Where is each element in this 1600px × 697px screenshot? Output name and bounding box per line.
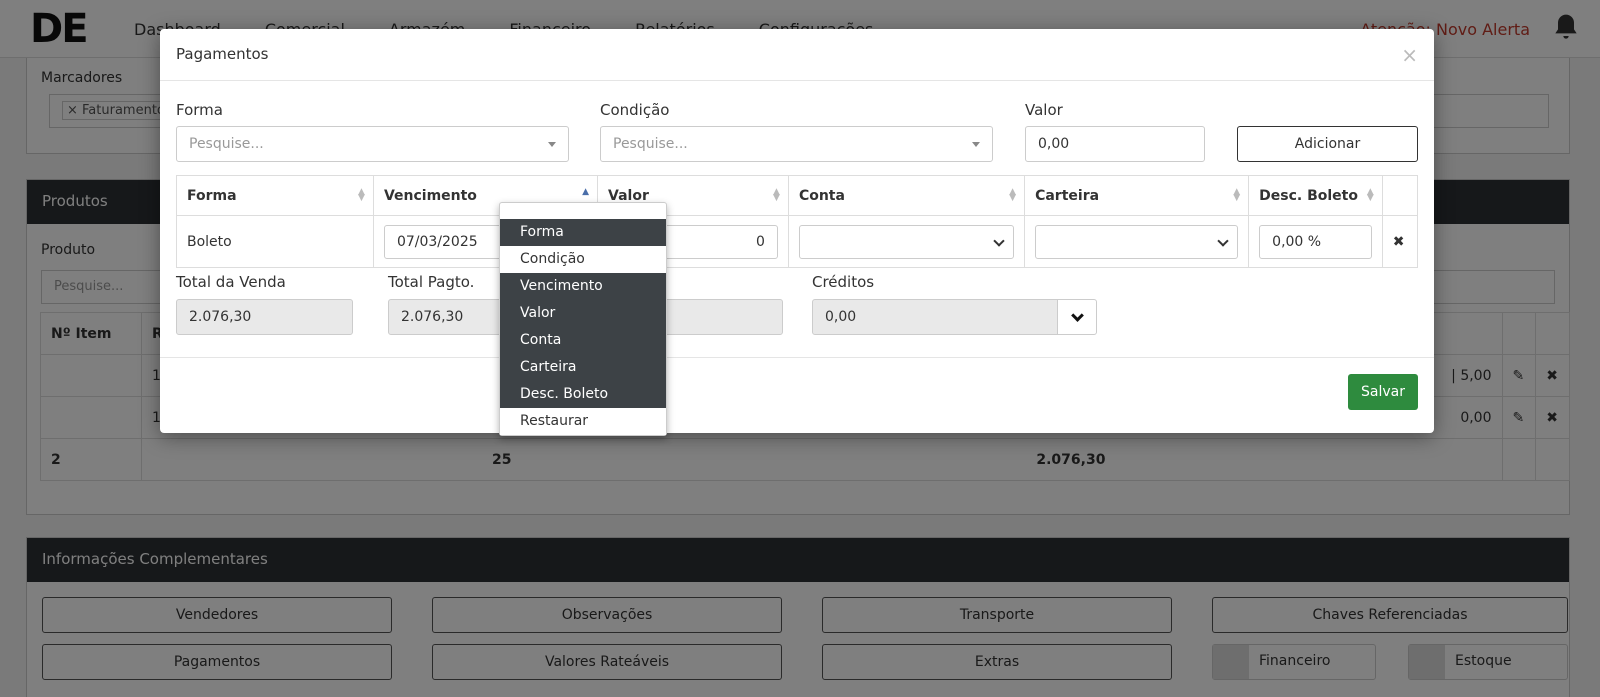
forma-placeholder: Pesquise... <box>189 136 264 152</box>
total-venda-label: Total da Venda <box>176 273 286 291</box>
close-icon[interactable]: × <box>1401 43 1418 67</box>
menu-item-restaurar[interactable]: Restaurar <box>500 408 666 435</box>
menu-item-conta[interactable]: Conta <box>500 327 666 354</box>
salvar-button[interactable]: Salvar <box>1348 374 1418 410</box>
conta-select[interactable] <box>798 224 1015 259</box>
caret-down-icon <box>972 142 980 147</box>
sort-asc-icon: ▲ <box>582 187 590 197</box>
th-desc-boleto[interactable]: Desc. Boleto ▲ ▼ <box>1248 175 1383 216</box>
sort-icon: ▲ ▼ <box>1009 187 1017 203</box>
pagamentos-modal: Pagamentos × Forma Pesquise... Condição … <box>160 29 1434 433</box>
menu-item-desc-boleto[interactable]: Desc. Boleto <box>500 381 666 408</box>
th-forma-label: Forma <box>187 187 237 204</box>
sort-icon: ▲ ▼ <box>773 187 780 203</box>
condicao-select[interactable]: Pesquise... <box>600 126 993 162</box>
th-desc-boleto-label: Desc. Boleto <box>1259 187 1358 204</box>
forma-label: Forma <box>176 101 223 119</box>
th-carteira-label: Carteira <box>1035 187 1100 204</box>
sort-icon: ▲ ▼ <box>358 187 365 203</box>
forma-select[interactable]: Pesquise... <box>176 126 569 162</box>
sort-icon: ▲ ▼ <box>1366 187 1374 203</box>
condicao-placeholder: Pesquise... <box>613 136 688 152</box>
adicionar-button[interactable]: Adicionar <box>1237 126 1418 162</box>
cell-forma: Boleto <box>176 215 374 268</box>
chevron-down-icon <box>1217 234 1229 247</box>
modal-header: Pagamentos × <box>160 29 1434 81</box>
th-conta-label: Conta <box>798 187 845 204</box>
carteira-select[interactable] <box>1035 224 1239 259</box>
valor-input[interactable]: 0,00 <box>1025 126 1205 162</box>
chevron-down-icon <box>993 234 1005 247</box>
creditos-label: Créditos <box>812 273 875 291</box>
condicao-label: Condição <box>600 101 670 119</box>
th-conta[interactable]: Conta ▲ ▼ <box>787 175 1026 216</box>
table-row: Boleto 07/03/2025 0 0,00 % ✖ <box>176 215 1419 268</box>
th-carteira[interactable]: Carteira ▲ ▼ <box>1024 175 1250 216</box>
remove-row-icon[interactable]: ✖ <box>1381 215 1419 268</box>
desc-boleto-input[interactable]: 0,00 % <box>1259 224 1372 259</box>
menu-item-carteira[interactable]: Carteira <box>500 354 666 381</box>
th-forma[interactable]: Forma ▲ ▼ <box>176 175 374 216</box>
chevron-down-icon <box>1071 309 1084 322</box>
modal-footer: Salvar <box>160 357 1434 433</box>
menu-item-valor[interactable]: Valor <box>500 300 666 327</box>
th-vencimento-label: Vencimento <box>383 187 477 204</box>
caret-down-icon <box>548 142 556 147</box>
creditos-expand-button[interactable] <box>1057 299 1097 335</box>
pagamentos-table: Forma ▲ ▼ Vencimento ▲ Valor ▲ ▼ Conta ▲ ▼ Cart… <box>176 175 1419 268</box>
creditos-input: 0,00 <box>812 299 1058 335</box>
menu-item-vencimento[interactable]: Vencimento <box>500 273 666 300</box>
valor-label: Valor <box>1025 101 1063 119</box>
modal-title: Pagamentos <box>176 45 269 63</box>
sort-icon: ▲ ▼ <box>1233 187 1241 203</box>
menu-item-condicao[interactable]: Condição <box>500 246 666 273</box>
menu-item-forma[interactable]: Forma <box>500 219 666 246</box>
total-venda-input: 2.076,30 <box>176 299 353 335</box>
column-visibility-menu: Forma Condição Vencimento Valor Conta Ca… <box>499 202 667 436</box>
total-pagto-label: Total Pagto. <box>388 273 475 291</box>
